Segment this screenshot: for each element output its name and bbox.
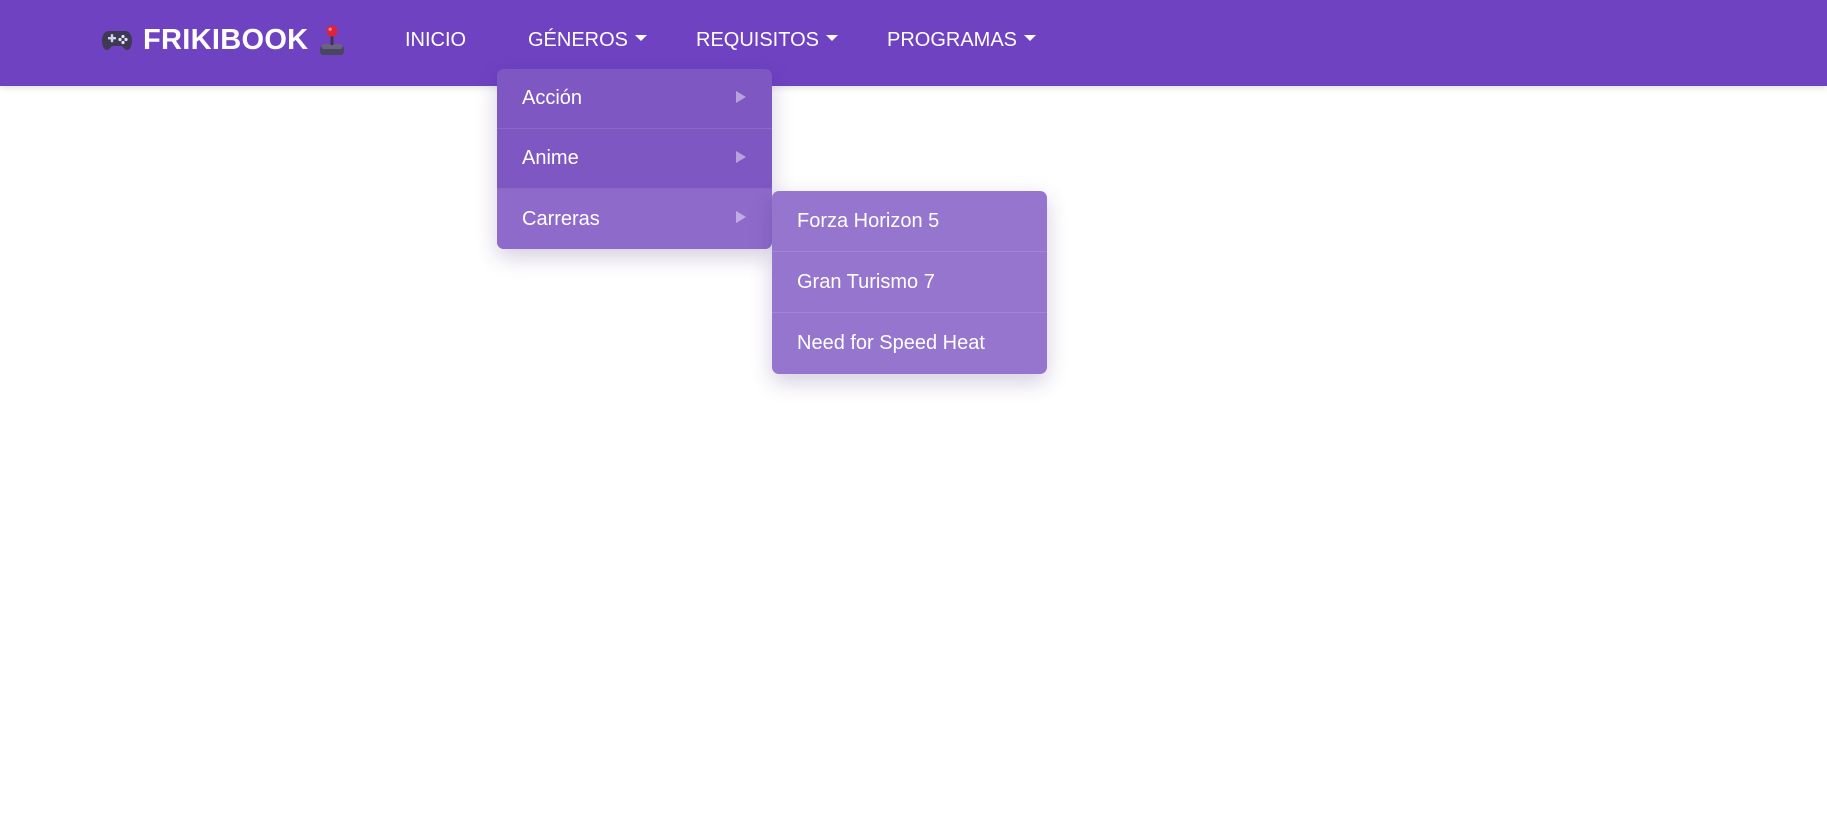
genre-item-carreras[interactable]: Carreras (497, 189, 772, 249)
generos-dropdown-menu: Acción Anime Carreras (497, 69, 772, 249)
chevron-right-icon (736, 91, 746, 103)
chevron-right-icon (736, 151, 746, 163)
game-item-label: Gran Turismo 7 (797, 270, 935, 293)
brand-name: FRIKIBOOK (143, 23, 309, 56)
nav-programas[interactable]: PROGRAMAS (887, 24, 1037, 56)
nav-generos-label: GÉNEROS (528, 28, 629, 51)
genre-item-label: Anime (522, 147, 579, 169)
chevron-right-icon (736, 211, 746, 223)
gamepad-icon (101, 28, 133, 52)
nav-requisitos[interactable]: REQUISITOS (696, 24, 838, 56)
chevron-down-icon (635, 35, 648, 41)
genre-item-accion[interactable]: Acción (497, 69, 772, 129)
genre-item-label: Acción (522, 87, 583, 109)
chevron-down-icon (1024, 35, 1037, 41)
game-item-label: Forza Horizon 5 (797, 209, 940, 232)
carreras-submenu: Forza Horizon 5 Gran Turismo 7 Need for … (772, 191, 1047, 374)
genre-item-label: Carreras (522, 207, 600, 230)
nav-inicio[interactable]: INICIO (405, 24, 466, 56)
game-item-need-for-speed-heat[interactable]: Need for Speed Heat (772, 313, 1047, 374)
nav-inicio-label: INICIO (405, 28, 467, 51)
top-navbar: FRIKIBOOK INICIO GÉNEROS REQUISITOS PROG… (0, 0, 1827, 86)
nav-generos[interactable]: GÉNEROS (528, 24, 648, 56)
game-item-gran-turismo-7[interactable]: Gran Turismo 7 (772, 252, 1047, 313)
game-item-forza-horizon-5[interactable]: Forza Horizon 5 (772, 191, 1047, 252)
game-item-label: Need for Speed Heat (797, 332, 985, 354)
joystick-icon (318, 24, 346, 56)
brand-link[interactable]: FRIKIBOOK (101, 20, 346, 60)
nav-requisitos-label: REQUISITOS (696, 28, 819, 51)
genre-item-anime[interactable]: Anime (497, 129, 772, 189)
nav-programas-label: PROGRAMAS (887, 28, 1018, 51)
chevron-down-icon (826, 35, 838, 41)
